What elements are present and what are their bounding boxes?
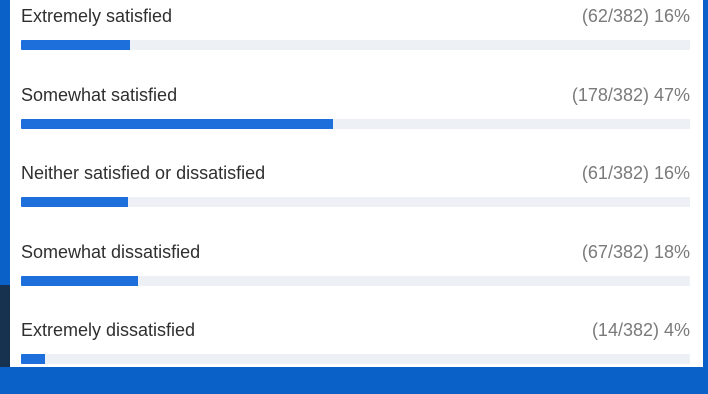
result-bar-track: [21, 40, 690, 50]
poll-results-list: Extremely satisfied (62/382) 16% Somewha…: [10, 0, 703, 367]
result-label: Extremely dissatisfied: [21, 320, 196, 340]
result-bar-track: [21, 119, 690, 129]
result-bar-fill: [21, 119, 333, 129]
poll-result-somewhat-dissatisfied: Somewhat dissatisfied (67/382) 18%: [10, 236, 703, 316]
result-stats: (61/382) 16%: [581, 163, 690, 183]
result-label: Somewhat dissatisfied: [21, 242, 201, 262]
result-label: Somewhat satisfied: [21, 85, 178, 105]
result-stats: (62/382) 16%: [581, 6, 690, 26]
left-edge-shadow: [0, 285, 10, 367]
result-label: Neither satisfied or dissatisfied: [21, 163, 266, 183]
result-stats: (14/382) 4%: [591, 320, 690, 340]
poll-results-panel: Extremely satisfied (62/382) 16% Somewha…: [10, 0, 703, 367]
result-bar-fill: [21, 354, 46, 364]
result-bar-fill: [21, 197, 128, 207]
poll-result-extremely-satisfied: Extremely satisfied (62/382) 16%: [10, 0, 703, 80]
result-stats: (178/382) 47%: [571, 85, 690, 105]
result-stats: (67/382) 18%: [581, 242, 690, 262]
result-bar-fill: [21, 276, 139, 286]
result-label: Extremely satisfied: [21, 6, 173, 26]
poll-result-extremely-dissatisfied: Extremely dissatisfied (14/382) 4%: [10, 314, 703, 394]
poll-result-somewhat-satisfied: Somewhat satisfied (178/382) 47%: [10, 79, 703, 159]
result-bar-track: [21, 354, 690, 364]
result-bar-track: [21, 276, 690, 286]
result-bar-track: [21, 197, 690, 207]
poll-result-neither-satisfied-or-dissatisfied: Neither satisfied or dissatisfied (61/38…: [10, 157, 703, 237]
result-bar-fill: [21, 40, 130, 50]
screen-background: Extremely satisfied (62/382) 16% Somewha…: [0, 0, 708, 367]
